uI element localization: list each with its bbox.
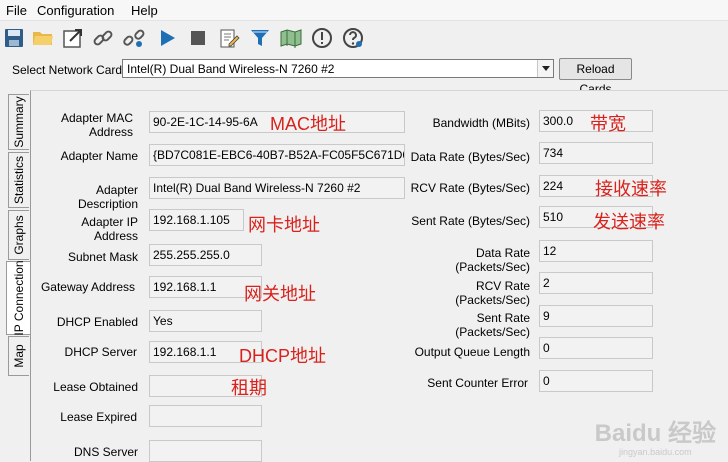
- gateway-address-label: Gateway Address: [40, 280, 135, 294]
- annotation-gateway: 网关地址: [244, 284, 316, 304]
- tab-map[interactable]: Map: [8, 336, 29, 376]
- chevron-down-icon[interactable]: [537, 60, 553, 77]
- stop-icon[interactable]: [186, 26, 210, 50]
- tab-map-label: Map: [12, 344, 26, 368]
- annotation-rcv: 接收速率: [595, 179, 667, 199]
- annotation-bandwidth: 带宽: [590, 114, 626, 134]
- annotation-ip: 网卡地址: [248, 215, 320, 235]
- subnet-mask-field[interactable]: 255.255.255.0: [149, 244, 262, 266]
- tab-ip-connection[interactable]: IP Connection: [6, 260, 30, 336]
- tab-ip-connection-label: IP Connection: [11, 260, 26, 336]
- subnet-mask-label: Subnet Mask: [67, 250, 138, 264]
- data-rate-bytes-label: Data Rate (Bytes/Sec): [410, 150, 530, 164]
- dhcp-server-label: DHCP Server: [64, 345, 137, 359]
- edit-icon[interactable]: [217, 26, 241, 50]
- sent-rate-packets-label: Sent Rate (Packets/Sec): [455, 311, 530, 339]
- help-icon[interactable]: [341, 26, 365, 50]
- link-icon[interactable]: [91, 26, 115, 50]
- network-card-select[interactable]: Intel(R) Dual Band Wireless-N 7260 #2: [122, 59, 554, 78]
- annotation-sent: 发送速率: [593, 212, 665, 232]
- alert-icon[interactable]: [310, 26, 334, 50]
- tab-statistics[interactable]: Statistics: [8, 152, 29, 208]
- watermark-brand: Baidu 经验: [594, 420, 716, 447]
- dns-server-label: DNS Server: [73, 445, 138, 459]
- tab-summary[interactable]: Summary: [8, 94, 29, 150]
- adapter-ip-field[interactable]: 192.168.1.105: [149, 209, 244, 231]
- menu-file[interactable]: File: [6, 3, 27, 18]
- dhcp-enabled-label: DHCP Enabled: [56, 315, 138, 329]
- output-queue-length-field[interactable]: 0: [539, 337, 653, 359]
- rcv-rate-packets-label: RCV Rate (Packets/Sec): [455, 279, 530, 307]
- export-icon[interactable]: [61, 26, 85, 50]
- filter-icon[interactable]: [248, 26, 272, 50]
- lease-expired-label: Lease Expired: [60, 410, 137, 424]
- reload-cards-button[interactable]: Reload Cards: [559, 58, 632, 96]
- play-icon[interactable]: [155, 26, 179, 50]
- tab-graphs[interactable]: Graphs: [8, 210, 29, 260]
- adapter-ip-label: Adapter IP Address: [81, 215, 138, 243]
- tab-statistics-label: Statistics: [12, 155, 26, 205]
- sent-counter-error-field[interactable]: 0: [539, 370, 653, 392]
- open-folder-icon[interactable]: [31, 26, 55, 50]
- tab-graphs-label: Graphs: [12, 215, 26, 255]
- sent-rate-bytes-label: Sent Rate (Bytes/Sec): [411, 214, 530, 228]
- output-queue-length-label: Output Queue Length: [414, 345, 530, 359]
- menu-configuration[interactable]: Configuration: [37, 3, 114, 18]
- rcv-rate-bytes-label: RCV Rate (Bytes/Sec): [410, 181, 530, 195]
- bandwidth-label: Bandwidth (MBits): [432, 116, 530, 130]
- toolbar: [0, 22, 728, 55]
- map-icon[interactable]: [279, 26, 303, 50]
- disconnect-icon[interactable]: [122, 26, 146, 50]
- save-icon[interactable]: [2, 26, 26, 50]
- tab-summary-label: Summary: [12, 96, 26, 148]
- rcv-rate-packets-field[interactable]: 2: [539, 272, 653, 294]
- network-card-value: Intel(R) Dual Band Wireless-N 7260 #2: [127, 62, 335, 76]
- menu-help[interactable]: Help: [131, 3, 158, 18]
- watermark-url: jingyan.baidu.com: [619, 447, 692, 457]
- lease-expired-field[interactable]: [149, 405, 262, 427]
- adapter-description-label: Adapter Description: [77, 183, 138, 211]
- annotation-dhcp: DHCP地址: [239, 346, 327, 366]
- lease-obtained-label: Lease Obtained: [53, 380, 138, 394]
- adapter-name-label: Adapter Name: [60, 149, 138, 163]
- baidu-watermark: Baidu 经验 jingyan.baidu.com: [594, 420, 716, 458]
- menu-bar: File Configuration Help: [0, 0, 728, 21]
- adapter-name-field[interactable]: {BD7C081E-EBC6-40B7-B52A-FC05F5C671D0}: [149, 144, 405, 166]
- sent-rate-packets-field[interactable]: 9: [539, 305, 653, 327]
- adapter-description-field[interactable]: Intel(R) Dual Band Wireless-N 7260 #2: [149, 177, 405, 199]
- dhcp-enabled-field[interactable]: Yes: [149, 310, 262, 332]
- dns-server-field[interactable]: [149, 440, 262, 462]
- adapter-mac-label: Adapter MAC Address: [60, 111, 133, 139]
- data-rate-packets-field[interactable]: 12: [539, 240, 653, 262]
- sent-counter-error-label: Sent Counter Error: [427, 376, 528, 390]
- select-network-card-label: Select Network Card: [12, 63, 123, 77]
- annotation-lease: 租期: [231, 378, 267, 398]
- annotation-mac: MAC地址: [270, 114, 346, 134]
- data-rate-bytes-field[interactable]: 734: [539, 142, 653, 164]
- data-rate-packets-label: Data Rate (Packets/Sec): [455, 246, 530, 274]
